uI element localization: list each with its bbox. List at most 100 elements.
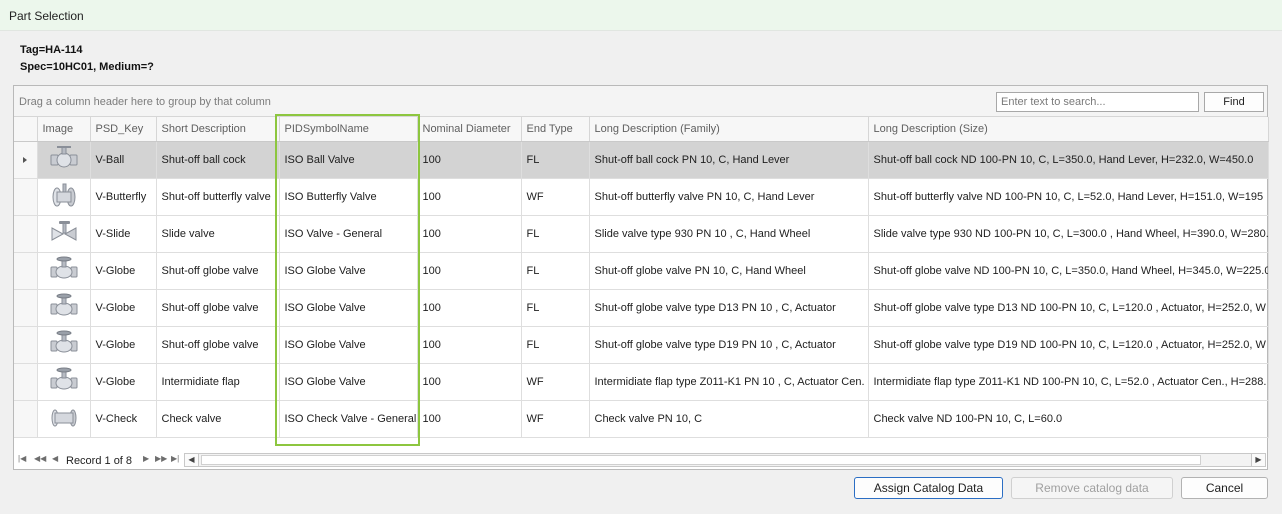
cell-pid-symbol-name[interactable]: ISO Globe Valve: [279, 252, 418, 290]
cell-end-type[interactable]: WF: [521, 400, 590, 438]
cell-end-type[interactable]: FL: [521, 289, 590, 327]
table-row[interactable]: V-Ball Shut-off ball cock ISO Ball Valve 10…: [14, 141, 1269, 179]
cell-end-type[interactable]: FL: [521, 141, 590, 179]
cell-psd-key[interactable]: V-Globe: [90, 326, 157, 364]
search-input[interactable]: [996, 92, 1199, 112]
cell-nominal-diameter[interactable]: 100: [417, 178, 522, 216]
scroll-right-icon[interactable]: ▶: [1251, 454, 1265, 466]
cell-long-description-family[interactable]: Intermidiate flap type Z011-K1 PN 10 , C…: [589, 363, 869, 401]
part-image[interactable]: [37, 326, 91, 364]
table-row[interactable]: V-Butterfly Shut-off butterfly valve ISO B…: [14, 178, 1269, 216]
table-row[interactable]: V-Globe Shut-off globe valve ISO Globe Val…: [14, 252, 1269, 290]
cell-nominal-diameter[interactable]: 100: [417, 400, 522, 438]
cell-end-type[interactable]: WF: [521, 363, 590, 401]
remove-catalog-data-button[interactable]: Remove catalog data: [1011, 477, 1173, 499]
cell-short-description[interactable]: Shut-off butterfly valve: [156, 178, 280, 216]
group-panel[interactable]: Drag a column header here to group by th…: [14, 86, 1267, 117]
cell-nominal-diameter[interactable]: 100: [417, 363, 522, 401]
cell-nominal-diameter[interactable]: 100: [417, 326, 522, 364]
cell-short-description[interactable]: Shut-off ball cock: [156, 141, 280, 179]
cell-nominal-diameter[interactable]: 100: [417, 252, 522, 290]
part-image[interactable]: [37, 178, 91, 216]
cell-psd-key[interactable]: V-Globe: [90, 363, 157, 401]
table-row[interactable]: V-Globe Shut-off globe valve ISO Globe Val…: [14, 326, 1269, 364]
cell-psd-key[interactable]: V-Check: [90, 400, 157, 438]
cell-nominal-diameter[interactable]: 100: [417, 141, 522, 179]
cell-long-description-size[interactable]: Check valve ND 100-PN 10, C, L=60.0: [868, 400, 1269, 438]
cell-nominal-diameter[interactable]: 100: [417, 215, 522, 253]
table-row[interactable]: V-Globe Shut-off globe valve ISO Globe Val…: [14, 289, 1269, 327]
row-indicator: [14, 363, 38, 401]
column-header-pid-symbol-name[interactable]: PIDSymbolName: [279, 117, 418, 142]
cell-long-description-size[interactable]: Shut-off globe valve ND 100-PN 10, C, L=…: [868, 252, 1269, 290]
cell-long-description-size[interactable]: Shut-off ball cock ND 100-PN 10, C, L=35…: [868, 141, 1269, 179]
part-image[interactable]: [37, 289, 91, 327]
cell-end-type[interactable]: FL: [521, 252, 590, 290]
cell-long-description-family[interactable]: Shut-off globe valve type D19 PN 10 , C,…: [589, 326, 869, 364]
cancel-button[interactable]: Cancel: [1181, 477, 1268, 499]
next-page-button[interactable]: ▶▶: [155, 454, 167, 463]
cell-long-description-size[interactable]: Intermidiate flap type Z011-K1 ND 100-PN…: [868, 363, 1269, 401]
cell-end-type[interactable]: FL: [521, 215, 590, 253]
group-hint-text: Drag a column header here to group by th…: [19, 96, 271, 108]
cell-long-description-family[interactable]: Shut-off ball cock PN 10, C, Hand Lever: [589, 141, 869, 179]
cell-short-description[interactable]: Slide valve: [156, 215, 280, 253]
first-record-button[interactable]: |◀: [18, 454, 26, 463]
cell-psd-key[interactable]: V-Globe: [90, 289, 157, 327]
cell-pid-symbol-name[interactable]: ISO Valve - General: [279, 215, 418, 253]
cell-long-description-size[interactable]: Shut-off butterfly valve ND 100-PN 10, C…: [868, 178, 1269, 216]
cell-end-type[interactable]: FL: [521, 326, 590, 364]
table-row[interactable]: V-Slide Slide valve ISO Valve - General 100…: [14, 215, 1269, 253]
column-header-end-type[interactable]: End Type: [521, 117, 590, 142]
column-header-image[interactable]: Image: [37, 117, 91, 142]
cell-long-description-family[interactable]: Check valve PN 10, C: [589, 400, 869, 438]
cell-long-description-size[interactable]: Shut-off globe valve type D19 ND 100-PN …: [868, 326, 1269, 364]
cell-long-description-size[interactable]: Shut-off globe valve type D13 ND 100-PN …: [868, 289, 1269, 327]
part-image[interactable]: [37, 141, 91, 179]
next-record-button[interactable]: ▶: [143, 454, 149, 463]
table-row[interactable]: V-Check Check valve ISO Check Valve - Gene…: [14, 400, 1269, 438]
cell-short-description[interactable]: Intermidiate flap: [156, 363, 280, 401]
last-record-button[interactable]: ▶|: [171, 454, 179, 463]
scroll-left-icon[interactable]: ◀: [185, 454, 199, 466]
column-header-nominal-diameter[interactable]: Nominal Diameter: [417, 117, 522, 142]
row-indicator: [14, 252, 38, 290]
cell-long-description-family[interactable]: Shut-off butterfly valve PN 10, C, Hand …: [589, 178, 869, 216]
part-image[interactable]: [37, 363, 91, 401]
scrollbar-thumb[interactable]: [201, 455, 1201, 465]
cell-short-description[interactable]: Shut-off globe valve: [156, 289, 280, 327]
cell-long-description-family[interactable]: Shut-off globe valve PN 10, C, Hand Whee…: [589, 252, 869, 290]
find-button[interactable]: Find: [1204, 92, 1264, 112]
cell-end-type[interactable]: WF: [521, 178, 590, 216]
part-image[interactable]: [37, 400, 91, 438]
cell-pid-symbol-name[interactable]: ISO Globe Valve: [279, 289, 418, 327]
column-header-long-description-size[interactable]: Long Description (Size): [868, 117, 1269, 142]
cell-psd-key[interactable]: V-Globe: [90, 252, 157, 290]
cell-pid-symbol-name[interactable]: ISO Globe Valve: [279, 363, 418, 401]
cell-long-description-size[interactable]: Slide valve type 930 ND 100-PN 10, C, L=…: [868, 215, 1269, 253]
column-header-short-description[interactable]: Short Description: [156, 117, 280, 142]
cell-short-description[interactable]: Shut-off globe valve: [156, 326, 280, 364]
cell-short-description[interactable]: Shut-off globe valve: [156, 252, 280, 290]
part-image[interactable]: [37, 252, 91, 290]
globe-valve-icon: [49, 366, 79, 397]
cell-pid-symbol-name[interactable]: ISO Butterfly Valve: [279, 178, 418, 216]
cell-psd-key[interactable]: V-Ball: [90, 141, 157, 179]
table-row[interactable]: V-Globe Intermidiate flap ISO Globe Valve 1…: [14, 363, 1269, 401]
cell-psd-key[interactable]: V-Slide: [90, 215, 157, 253]
cell-pid-symbol-name[interactable]: ISO Ball Valve: [279, 141, 418, 179]
part-image[interactable]: [37, 215, 91, 253]
previous-record-button[interactable]: ◀: [52, 454, 58, 463]
cell-pid-symbol-name[interactable]: ISO Globe Valve: [279, 326, 418, 364]
cell-long-description-family[interactable]: Shut-off globe valve type D13 PN 10 , C,…: [589, 289, 869, 327]
cell-psd-key[interactable]: V-Butterfly: [90, 178, 157, 216]
cell-pid-symbol-name[interactable]: ISO Check Valve - General: [279, 400, 418, 438]
assign-catalog-data-button[interactable]: Assign Catalog Data: [854, 477, 1003, 499]
column-header-psd-key[interactable]: PSD_Key: [90, 117, 157, 142]
horizontal-scrollbar[interactable]: ◀ ▶: [184, 453, 1266, 467]
column-header-long-description-family[interactable]: Long Description (Family): [589, 117, 869, 142]
previous-page-button[interactable]: ◀◀: [34, 454, 46, 463]
cell-long-description-family[interactable]: Slide valve type 930 PN 10 , C, Hand Whe…: [589, 215, 869, 253]
cell-nominal-diameter[interactable]: 100: [417, 289, 522, 327]
cell-short-description[interactable]: Check valve: [156, 400, 280, 438]
